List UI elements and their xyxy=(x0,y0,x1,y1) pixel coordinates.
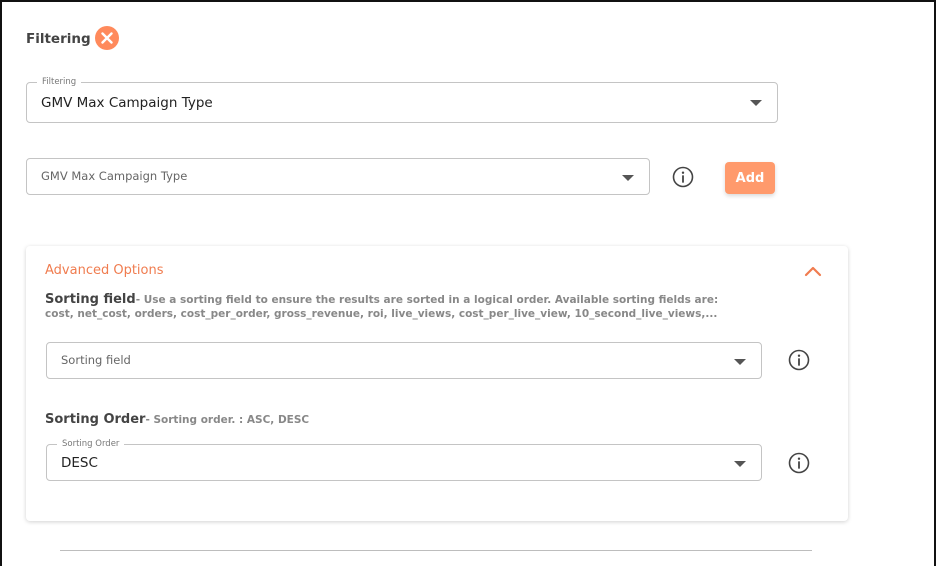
info-icon[interactable] xyxy=(788,349,810,371)
info-icon[interactable] xyxy=(788,452,810,474)
filter-field-select[interactable]: Filtering GMV Max Campaign Type xyxy=(26,76,778,123)
chevron-down-icon xyxy=(750,100,762,106)
add-button[interactable]: Add xyxy=(725,162,775,194)
chevron-up-icon[interactable] xyxy=(804,264,822,278)
sorting-order-heading: Sorting Order- Sorting order. : ASC, DES… xyxy=(45,408,309,427)
filter-value-placeholder: GMV Max Campaign Type xyxy=(41,169,188,183)
sorting-order-description: - Sorting order. : ASC, DESC xyxy=(145,414,310,426)
filtering-title: Filtering xyxy=(26,31,91,47)
chevron-down-icon xyxy=(734,359,746,365)
sorting-field-description-line2: cost, net_cost, orders, cost_per_order, … xyxy=(45,308,718,320)
advanced-options-panel: Advanced Options Sorting field- Use a so… xyxy=(26,246,848,521)
sorting-order-label: Sorting Order xyxy=(57,438,125,450)
sorting-order-value: DESC xyxy=(61,455,98,471)
filter-field-label: Filtering xyxy=(37,76,82,88)
info-icon[interactable] xyxy=(672,166,694,188)
chevron-down-icon xyxy=(622,175,634,181)
section-divider xyxy=(60,550,812,551)
advanced-options-toggle[interactable]: Advanced Options xyxy=(45,263,164,278)
sorting-field-select[interactable]: Sorting field xyxy=(46,342,762,379)
sorting-field-heading: Sorting field- Use a sorting field to en… xyxy=(45,288,718,307)
close-x-icon xyxy=(101,32,113,44)
sorting-field-placeholder: Sorting field xyxy=(61,353,131,367)
sorting-field-description: - Use a sorting field to ensure the resu… xyxy=(135,294,719,306)
sorting-field-name: Sorting field xyxy=(45,292,136,307)
filter-value-select[interactable]: GMV Max Campaign Type xyxy=(26,158,650,195)
filter-field-value: GMV Max Campaign Type xyxy=(41,95,213,111)
filtering-header: Filtering xyxy=(26,26,119,52)
close-filter-button[interactable] xyxy=(95,26,119,50)
sorting-order-select[interactable]: Sorting Order DESC xyxy=(46,438,762,481)
chevron-down-icon xyxy=(734,461,746,467)
sorting-order-name: Sorting Order xyxy=(45,412,146,427)
